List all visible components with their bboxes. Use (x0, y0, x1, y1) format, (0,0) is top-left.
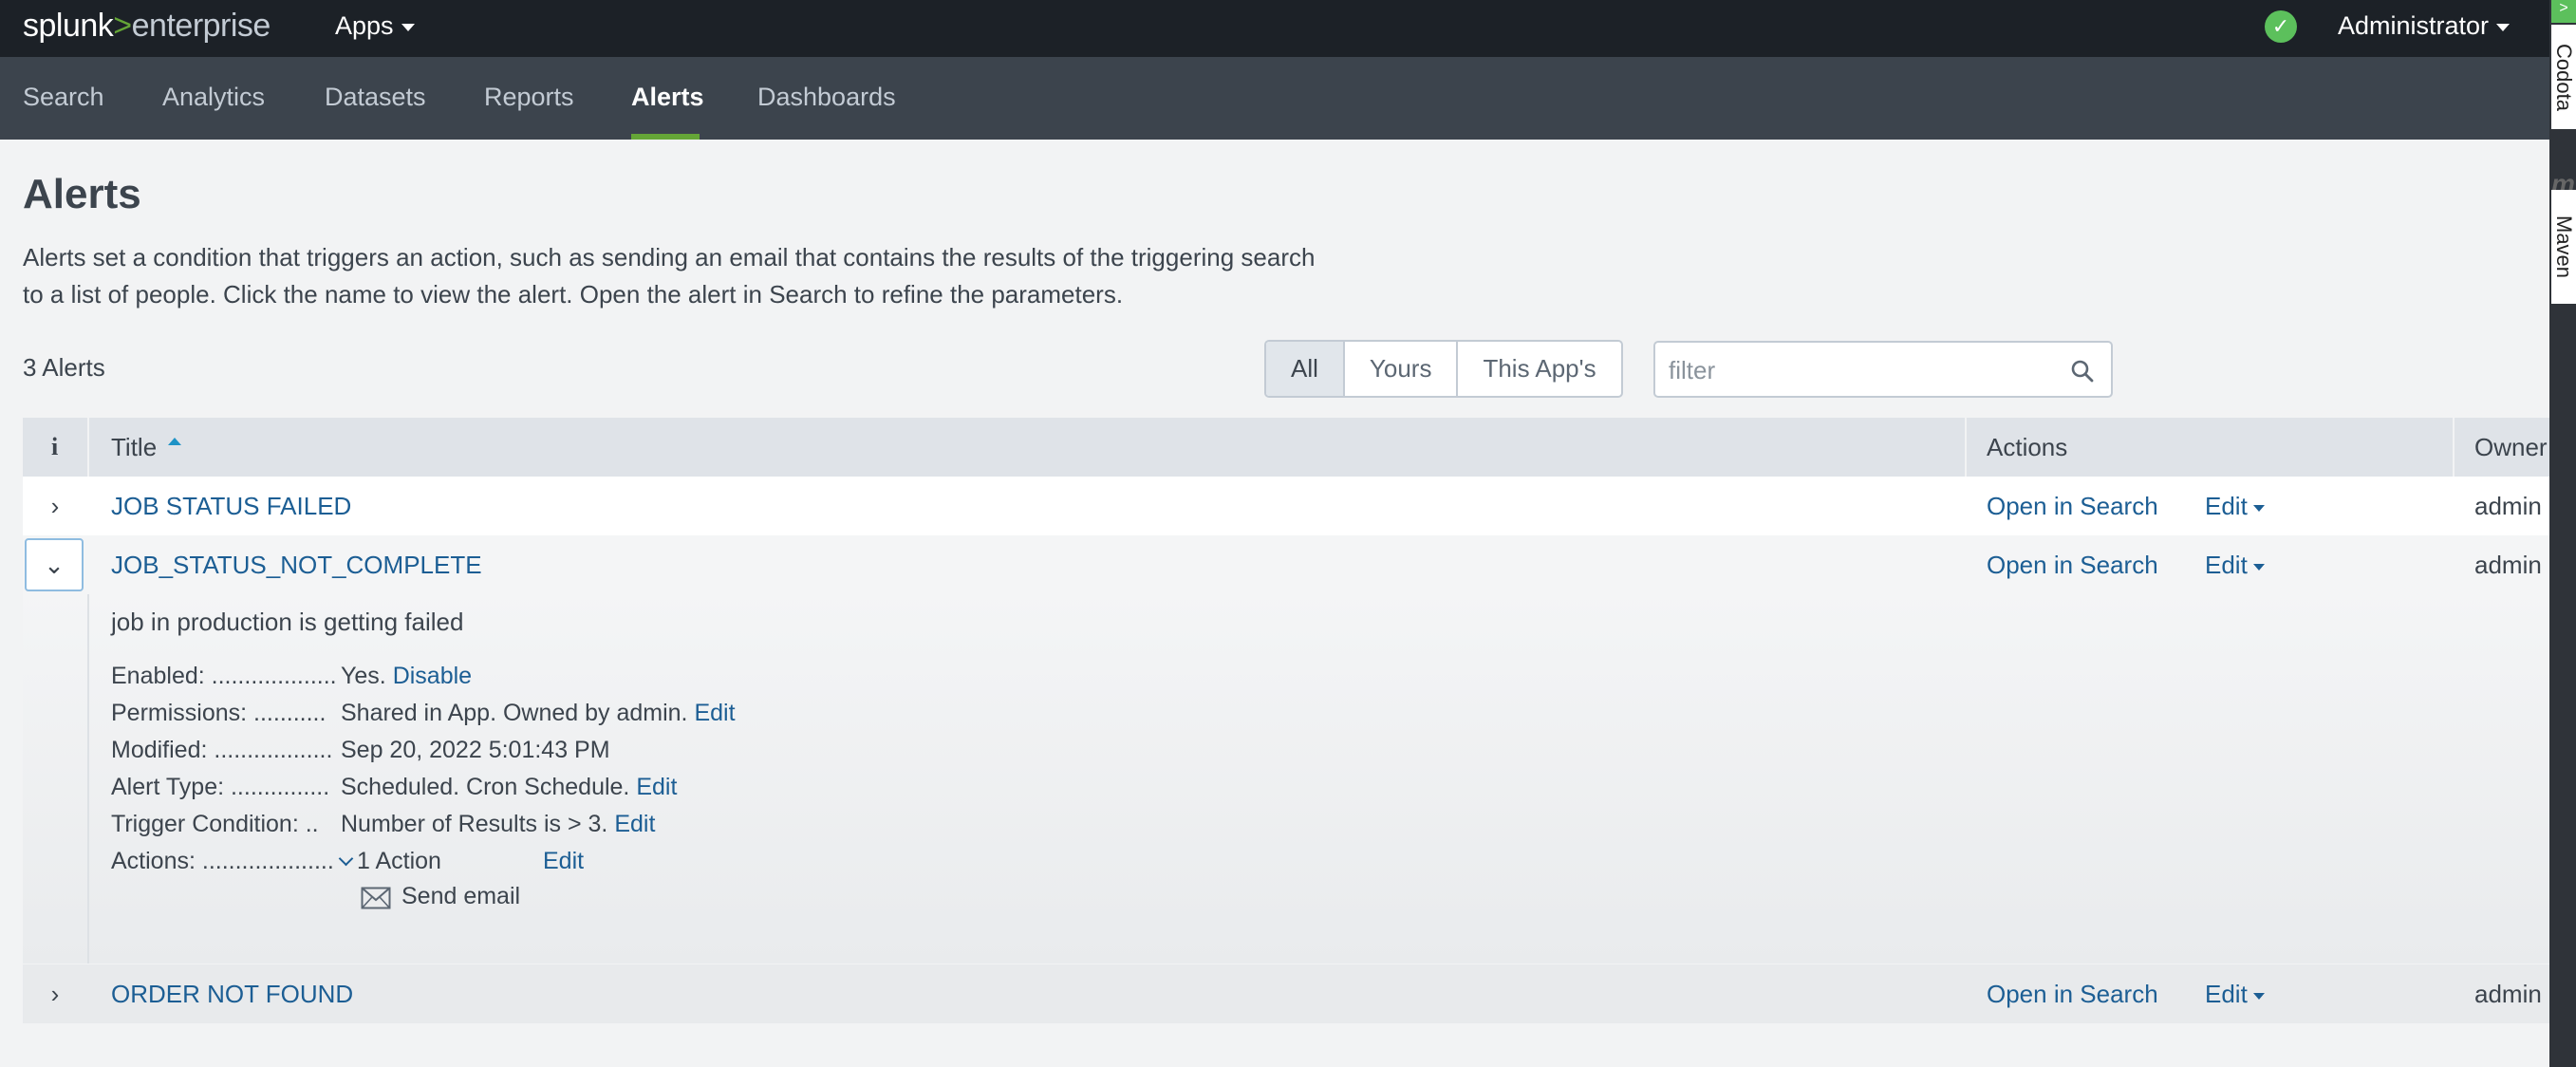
app-nav-bar: Search Analytics Datasets Reports Alerts… (0, 57, 2549, 140)
logo-gt-text: > (113, 8, 132, 44)
open-in-search-link[interactable]: Open in Search (1987, 964, 2158, 1023)
filter-yours-button[interactable]: Yours (1345, 342, 1459, 396)
trigger-condition-value: Number of Results is > 3. Edit (341, 811, 655, 838)
actions-column-header: Actions (1987, 433, 2068, 461)
caret-down-icon (2252, 992, 2265, 1000)
open-in-search-link[interactable]: Open in Search (1987, 535, 2158, 594)
edit-actions-link[interactable]: Edit (543, 848, 584, 874)
table-row: › ORDER NOT FOUND Open in Search Edit ad… (23, 964, 2549, 1023)
nav-analytics[interactable]: Analytics (162, 83, 265, 112)
trigger-condition-value-text: Number of Results is > 3. (341, 811, 608, 837)
collapse-row-chevron-icon[interactable]: ⌄ (25, 538, 84, 591)
caret-down-icon (2252, 504, 2265, 512)
expand-row-chevron-icon[interactable]: › (23, 964, 87, 1023)
edit-actions-value: Edit (543, 848, 584, 875)
permissions-value-text: Shared in App. Owned by admin. (341, 700, 688, 726)
edit-menu[interactable]: Edit (2205, 964, 2265, 1023)
filter-input[interactable] (1669, 354, 2048, 386)
expand-row-chevron-icon[interactable]: › (23, 477, 87, 535)
enabled-label: Enabled: ................... (111, 663, 337, 689)
actions-label: Actions: .................... (111, 848, 334, 874)
apps-menu[interactable]: Apps (335, 11, 415, 41)
actions-value: 1 Action (338, 848, 441, 875)
alert-title-link[interactable]: ORDER NOT FOUND (111, 964, 353, 1023)
disable-link[interactable]: Disable (393, 663, 472, 689)
chevron-down-icon[interactable] (338, 851, 354, 867)
alert-title-link[interactable]: JOB STATUS FAILED (111, 477, 351, 535)
codota-arrow-icon[interactable]: > (2551, 0, 2576, 23)
sort-ascending-icon (168, 438, 182, 446)
user-menu-label: Administrator (2338, 11, 2490, 40)
nav-datasets[interactable]: Datasets (325, 83, 426, 112)
info-column-header[interactable]: i (51, 418, 58, 477)
caret-down-icon (2252, 563, 2265, 571)
nav-alerts[interactable]: Alerts (631, 83, 704, 112)
edit-menu-label: Edit (2205, 492, 2248, 520)
column-divider (2453, 418, 2455, 477)
edit-alert-type-link[interactable]: Edit (636, 774, 677, 800)
permissions-label: Permissions: ........... (111, 700, 327, 726)
send-email-action: Send email (401, 883, 521, 909)
alert-type-label: Alert Type: ............... (111, 774, 330, 800)
open-in-search-link[interactable]: Open in Search (1987, 477, 2158, 535)
search-icon[interactable] (2070, 359, 2095, 384)
enabled-value-text: Yes. (341, 663, 386, 689)
title-column-header[interactable]: Title (111, 418, 182, 477)
title-column-label: Title (111, 433, 158, 461)
top-bar: splunk>enterprise Apps ✓ Administrator (0, 0, 2549, 57)
actions-count-toggle[interactable]: 1 Action (357, 848, 441, 874)
nav-reports[interactable]: Reports (484, 83, 574, 112)
user-menu[interactable]: Administrator (2338, 11, 2511, 41)
enabled-value: Yes. Disable (341, 663, 472, 690)
edit-permissions-link[interactable]: Edit (694, 700, 735, 726)
logo-enterprise-text: enterprise (131, 8, 271, 44)
splunk-logo[interactable]: splunk>enterprise (23, 8, 271, 45)
column-divider (1965, 418, 1967, 477)
modified-label: Modified: .................. (111, 737, 333, 763)
email-icon (361, 887, 391, 909)
ide-side-panel (2549, 0, 2576, 1067)
trigger-condition-label: Trigger Condition: .. (111, 811, 319, 837)
owner-cell: admin (2474, 551, 2542, 579)
alert-type-value-text: Scheduled. Cron Schedule. (341, 774, 630, 800)
caret-down-icon (2496, 23, 2511, 31)
filter-this-app-button[interactable]: This App's (1458, 342, 1620, 396)
edit-menu[interactable]: Edit (2205, 535, 2265, 594)
ownership-filter-group: All Yours This App's (1264, 340, 1623, 398)
edit-menu[interactable]: Edit (2205, 477, 2265, 535)
filter-all-button[interactable]: All (1266, 342, 1345, 396)
health-status-icon[interactable]: ✓ (2265, 10, 2297, 43)
edit-trigger-link[interactable]: Edit (614, 811, 655, 837)
nav-search[interactable]: Search (23, 83, 104, 112)
edit-menu-label: Edit (2205, 551, 2248, 579)
table-row: ⌄ JOB_STATUS_NOT_COMPLETE Open in Search… (23, 535, 2549, 594)
column-divider (87, 418, 89, 477)
alert-count: 3 Alerts (23, 353, 105, 382)
owner-cell: admin (2474, 492, 2542, 520)
page-description: Alerts set a condition that triggers an … (23, 243, 1316, 309)
alert-title-link[interactable]: JOB_STATUS_NOT_COMPLETE (111, 535, 482, 594)
nav-dashboards[interactable]: Dashboards (757, 83, 896, 112)
modified-value: Sep 20, 2022 5:01:43 PM (341, 737, 610, 763)
table-header: i Title Actions Owner (23, 418, 2549, 477)
alert-description: job in production is getting failed (111, 608, 464, 636)
apps-menu-label: Apps (335, 11, 394, 40)
details-gutter (23, 589, 89, 964)
codota-tab[interactable]: Codota (2551, 25, 2576, 129)
table-row: › JOB STATUS FAILED Open in Search Edit … (23, 477, 2549, 535)
filter-box (1653, 341, 2113, 398)
owner-cell: admin (2474, 980, 2542, 1008)
logo-splunk-text: splunk (23, 8, 114, 44)
owner-column-header[interactable]: Owner (2474, 418, 2548, 477)
page-title: Alerts (23, 171, 141, 217)
edit-menu-label: Edit (2205, 980, 2248, 1008)
caret-down-icon (401, 23, 415, 31)
active-nav-indicator (631, 134, 700, 140)
alert-type-value: Scheduled. Cron Schedule. Edit (341, 774, 677, 801)
permissions-value: Shared in App. Owned by admin. Edit (341, 700, 736, 727)
maven-tab[interactable]: Maven (2551, 190, 2576, 304)
